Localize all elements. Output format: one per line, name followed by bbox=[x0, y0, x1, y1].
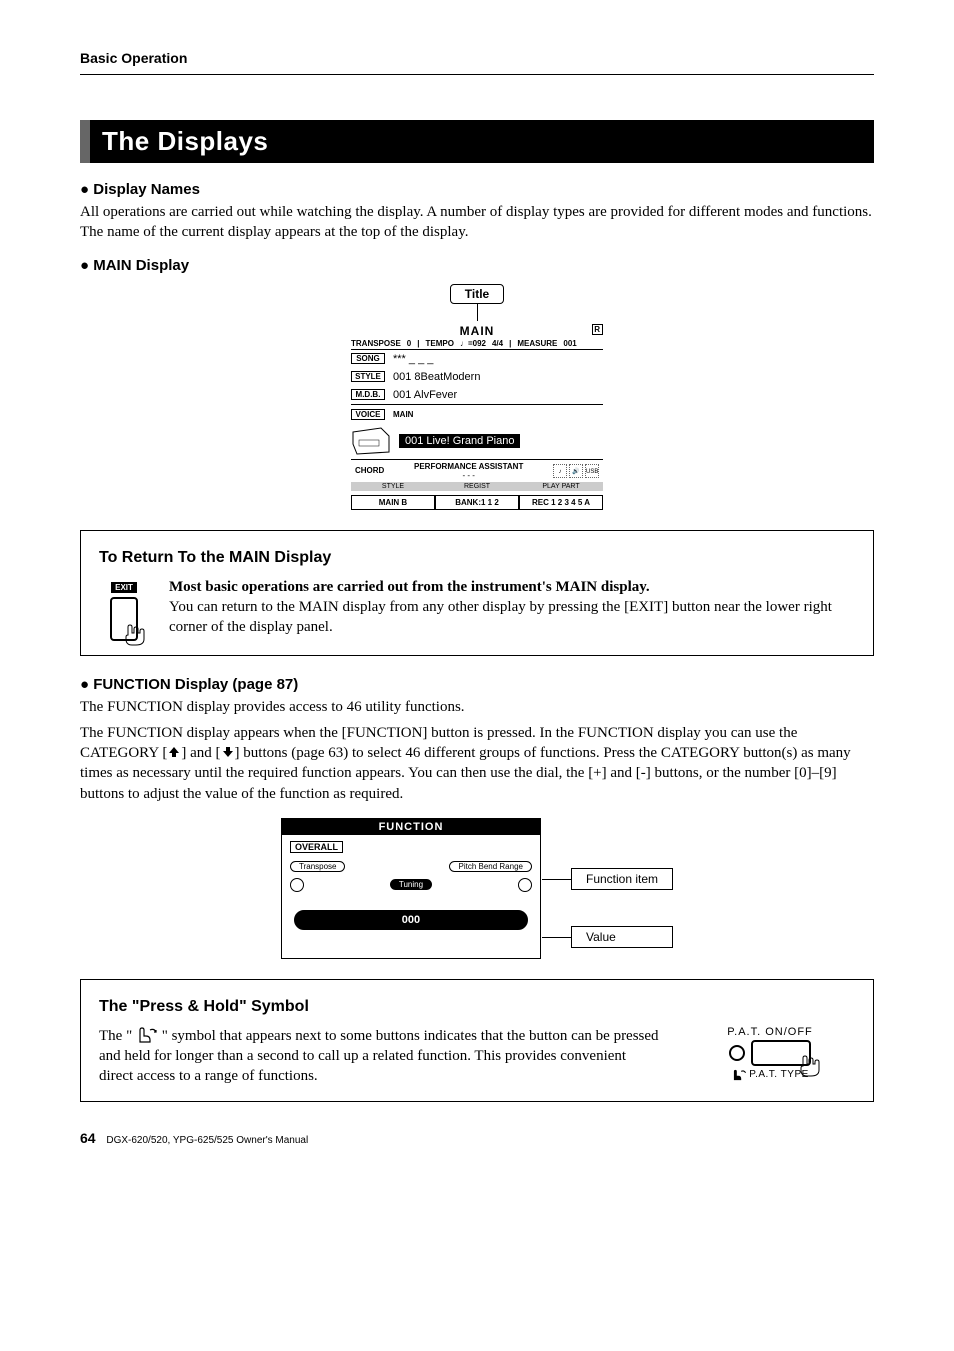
category-down-icon bbox=[221, 745, 235, 759]
pat-button bbox=[751, 1040, 811, 1066]
function-line1: The FUNCTION display provides access to … bbox=[80, 697, 874, 717]
song-value: *** _ _ _ bbox=[393, 353, 433, 365]
press-hold-text: The " " symbol that appears next to some… bbox=[99, 1026, 661, 1087]
voice-value: 001 Live! Grand Piano bbox=[399, 434, 520, 448]
exit-label: EXIT bbox=[111, 582, 137, 593]
perf-assist-label: PERFORMANCE ASSISTANT bbox=[414, 462, 523, 471]
main-display-figure: Title MAIN R TRANSPOSE 0 | TEMPO ♩=092 4… bbox=[80, 284, 874, 510]
footer-header-regist: REGIST bbox=[435, 482, 519, 491]
press-hold-symbol-icon bbox=[731, 1068, 747, 1082]
func-right-pill: Pitch Bend Range bbox=[449, 861, 532, 872]
footer-playpart: REC 1 2 3 4 5 A bbox=[519, 495, 603, 510]
press-hold-symbol-icon bbox=[136, 1026, 158, 1044]
press-hold-box: The "Press & Hold" Symbol The " " symbol… bbox=[80, 979, 874, 1102]
func-value: 000 bbox=[294, 910, 528, 930]
voice-tag: VOICE bbox=[351, 409, 385, 420]
style-value: 001 8BeatModern bbox=[393, 371, 480, 383]
main-lcd: MAIN R TRANSPOSE 0 | TEMPO ♩=092 4/4 | M… bbox=[351, 324, 603, 510]
dial-left-icon bbox=[290, 878, 304, 892]
transpose-value: 0 bbox=[407, 339, 411, 348]
timesig-value: 4/4 bbox=[492, 339, 503, 348]
hand-icon bbox=[797, 1052, 823, 1078]
measure-label: MEASURE bbox=[517, 339, 557, 348]
mdb-tag: M.D.B. bbox=[351, 389, 385, 400]
footer-header-playpart: PLAY PART bbox=[519, 482, 603, 491]
press-hold-title: The "Press & Hold" Symbol bbox=[99, 998, 855, 1016]
hand-icon bbox=[122, 621, 148, 647]
footer-style: MAIN B bbox=[351, 495, 435, 510]
reg-icon: R bbox=[592, 324, 603, 335]
exit-button-illustration: EXIT bbox=[99, 577, 149, 641]
pat-led-icon bbox=[729, 1045, 745, 1061]
transpose-label: TRANSPOSE bbox=[351, 339, 401, 348]
status-icons: ♪ 🔊 USB bbox=[553, 464, 599, 478]
pat-onoff-label: P.A.T. ON/OFF bbox=[685, 1026, 855, 1038]
chord-label: CHORD bbox=[355, 466, 384, 475]
function-display-heading: FUNCTION Display (page 87) bbox=[80, 676, 874, 693]
page-number: 64 bbox=[80, 1130, 96, 1146]
note-icon: ♪ bbox=[553, 464, 567, 478]
style-tag: STYLE bbox=[351, 371, 385, 382]
tempo-label: TEMPO bbox=[426, 339, 454, 348]
func-lcd-title: FUNCTION bbox=[282, 819, 540, 835]
return-box-body: You can return to the MAIN display from … bbox=[169, 599, 832, 635]
dial-right-icon bbox=[518, 878, 532, 892]
footer-regist: BANK:1 1 2 bbox=[435, 495, 519, 510]
callout-value: Value bbox=[571, 926, 673, 948]
mdb-value: 001 AlvFever bbox=[393, 389, 457, 401]
song-tag: SONG bbox=[351, 353, 385, 364]
display-names-heading: Display Names bbox=[80, 181, 874, 198]
func-left-pill: Transpose bbox=[290, 861, 346, 872]
perf-assist-value: - - - bbox=[462, 471, 474, 480]
tempo-value: ♩=092 bbox=[460, 339, 486, 348]
main-display-heading: MAIN Display bbox=[80, 257, 874, 274]
piano-icon bbox=[351, 426, 391, 456]
speaker-icon: 🔊 bbox=[569, 464, 583, 478]
measure-value: 001 bbox=[563, 339, 576, 348]
return-box-bold: Most basic operations are carried out fr… bbox=[169, 579, 650, 595]
page-footer: 64 DGX-620/520, YPG-625/525 Owner's Manu… bbox=[80, 1130, 874, 1146]
function-lcd: FUNCTION OVERALL Transpose Pitch Bend Ra… bbox=[281, 818, 541, 959]
callout-function-item: Function item bbox=[571, 868, 673, 890]
return-to-main-box: To Return To the MAIN Display EXIT Most … bbox=[80, 530, 874, 656]
page-banner: The Displays bbox=[80, 120, 874, 163]
func-overall: OVERALL bbox=[290, 841, 343, 853]
category-up-icon bbox=[167, 745, 181, 759]
usb-icon: USB bbox=[585, 464, 599, 478]
lcd-title: MAIN bbox=[460, 324, 495, 338]
manual-title: DGX-620/520, YPG-625/525 Owner's Manual bbox=[106, 1135, 308, 1146]
pat-diagram: P.A.T. ON/OFF P.A.T. TYPE bbox=[685, 1026, 855, 1082]
title-callout: Title bbox=[450, 284, 504, 304]
footer-header-style: STYLE bbox=[351, 482, 435, 491]
func-center-pill: Tuning bbox=[390, 879, 432, 890]
return-box-title: To Return To the MAIN Display bbox=[99, 549, 855, 567]
display-names-body: All operations are carried out while wat… bbox=[80, 202, 874, 243]
function-line2: The FUNCTION display appears when the [F… bbox=[80, 723, 874, 804]
function-display-figure: FUNCTION OVERALL Transpose Pitch Bend Ra… bbox=[80, 818, 874, 959]
voice-main-label: MAIN bbox=[393, 410, 413, 419]
section-header: Basic Operation bbox=[80, 50, 874, 66]
